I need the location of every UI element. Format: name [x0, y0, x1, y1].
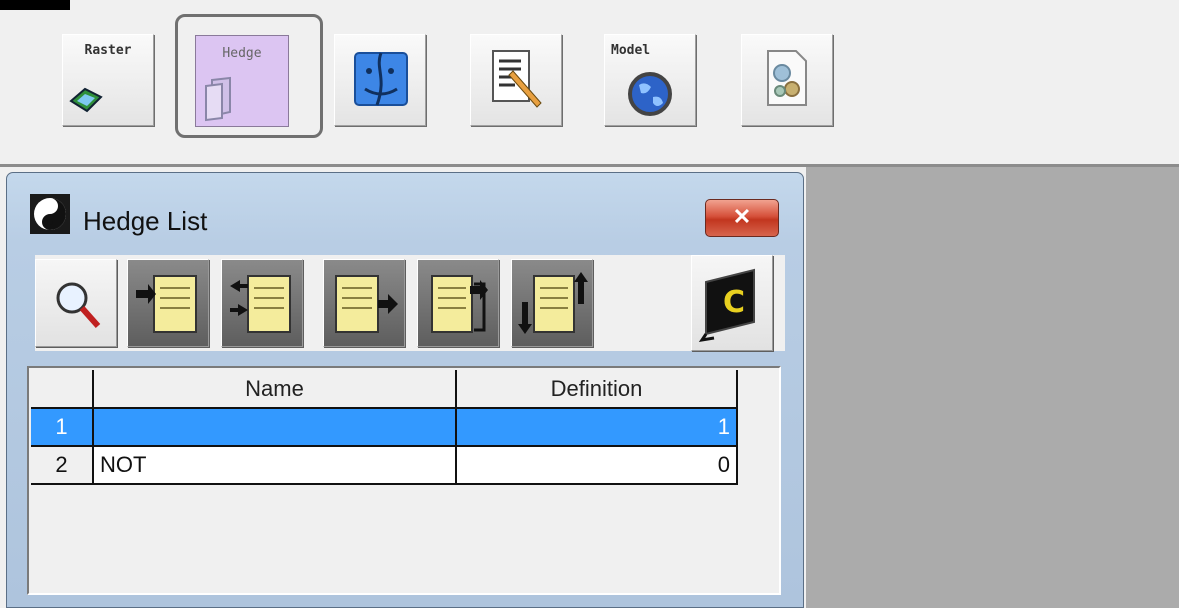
gears-document-icon	[767, 50, 807, 106]
svg-text:C: C	[723, 285, 745, 320]
note-sort-icon	[518, 272, 588, 334]
workspace-area	[806, 167, 1179, 608]
compile-button[interactable]: C	[691, 255, 773, 351]
hedge-label: Hedge	[222, 46, 262, 61]
dialog-title: Hedge List	[83, 206, 208, 236]
hedge-list-dialog: Hedge List ✕ C Name Definition 1 1 2 NOT…	[6, 172, 804, 608]
hedge-button-face: Hedge	[195, 35, 289, 127]
dialog-toolbar: C	[35, 255, 785, 351]
note-import-icon	[136, 275, 197, 333]
table-row[interactable]: 1 1	[31, 408, 738, 447]
column-header-definition[interactable]: Definition	[456, 370, 738, 409]
window-edge	[0, 0, 70, 10]
note-copy-icon	[431, 275, 488, 333]
import-button[interactable]	[127, 259, 209, 347]
yin-yang-icon	[30, 194, 70, 234]
export-button[interactable]	[323, 259, 405, 347]
compile-c-icon: C	[698, 268, 755, 343]
model-label: Model	[611, 43, 651, 58]
document-edit-icon	[492, 50, 542, 108]
swap-button[interactable]	[221, 259, 303, 347]
settings-button[interactable]	[741, 34, 833, 126]
search-button[interactable]	[35, 259, 117, 347]
row-number[interactable]: 2	[31, 446, 94, 485]
hedge-document-icon	[205, 76, 231, 122]
note-export-icon	[335, 275, 398, 333]
name-cell[interactable]	[93, 408, 457, 447]
name-cell[interactable]: NOT	[93, 446, 457, 485]
raster-map-icon	[69, 87, 103, 113]
editor-button[interactable]	[470, 34, 562, 126]
definition-cell[interactable]: 0	[456, 446, 738, 485]
sort-button[interactable]	[511, 259, 593, 347]
row-number[interactable]: 1	[31, 408, 94, 447]
hedge-button[interactable]: Hedge	[175, 14, 323, 138]
magnifier-icon	[56, 282, 101, 328]
definition-cell[interactable]: 1	[456, 408, 738, 447]
grid-corner	[31, 370, 94, 409]
hedge-grid: Name Definition 1 1 2 NOT 0	[27, 366, 781, 595]
table-row[interactable]: 2 NOT 0	[31, 446, 738, 485]
model-button[interactable]: Model	[604, 34, 696, 126]
raster-label: Raster	[84, 43, 132, 58]
copy-button[interactable]	[417, 259, 499, 347]
finder-button[interactable]	[334, 34, 426, 126]
column-header-name[interactable]: Name	[93, 370, 457, 409]
globe-icon	[628, 72, 672, 116]
finder-face-icon	[354, 52, 408, 106]
close-button[interactable]: ✕	[705, 199, 779, 237]
main-toolbar: Raster Hedge Model	[0, 0, 1179, 168]
note-swap-icon	[230, 275, 291, 333]
raster-button[interactable]: Raster	[62, 34, 154, 126]
